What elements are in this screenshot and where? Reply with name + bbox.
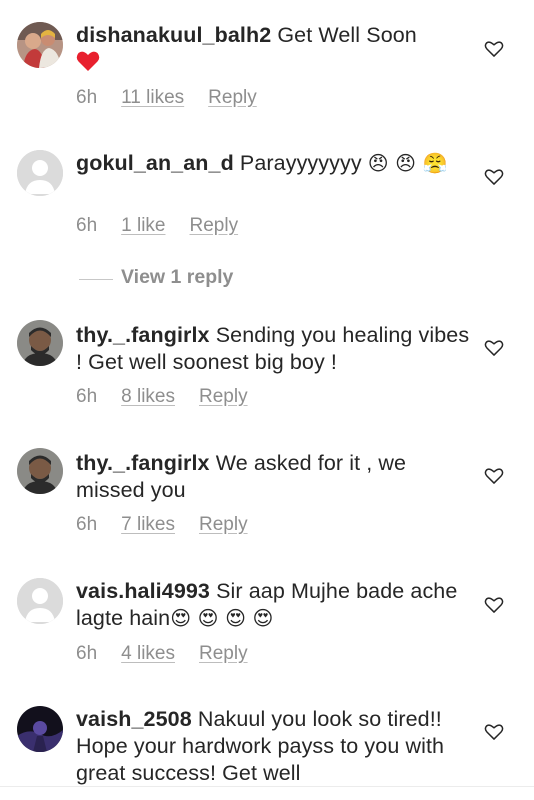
like-heart-icon[interactable] [484,39,504,59]
comment-meta: 6h 8 likes Reply [76,386,248,408]
comment-username[interactable]: gokul_an_an_d [76,151,234,175]
view-replies-button[interactable]: View 1 reply [76,266,376,292]
comment-text: vais.hali4993 Sir aap Mujhe bade ache la… [76,578,476,632]
comment-text: thy._.fangirlx Sending you healing vibes… [76,322,476,376]
comment-text: gokul_an_an_d Parayyyyyyy 😠 😠 😤 [76,150,476,177]
comment-message: Parayyyyyyy [233,151,368,175]
reply-button[interactable]: Reply [208,87,257,109]
comment-username[interactable]: thy._.fangirlx [76,451,210,475]
like-heart-icon[interactable] [484,167,504,187]
heart-emoji [76,50,100,74]
avatar[interactable] [17,578,63,624]
like-heart-icon[interactable] [484,338,504,358]
comment-time: 6h [76,386,98,407]
comment-text: thy._.fangirlx We asked for it , we miss… [76,450,476,504]
likes-link[interactable]: 7 likes [121,514,175,536]
comment-username[interactable]: vais.hali4993 [76,579,210,603]
comment-username[interactable]: vaish_2508 [76,707,192,731]
like-heart-icon[interactable] [484,722,504,742]
angry-emoji: 😠 😠 😤 [367,151,448,175]
view-replies-divider [79,279,113,280]
comment-time: 6h [76,643,98,664]
likes-link[interactable]: 8 likes [121,386,175,408]
like-heart-icon[interactable] [484,595,504,615]
avatar[interactable] [17,22,63,68]
reply-button[interactable]: Reply [199,514,248,536]
divider [0,786,534,787]
avatar[interactable] [17,706,63,752]
comment-meta: 6h 4 likes Reply [76,643,248,665]
comment-meta: 6h 1 like Reply [76,215,238,237]
comment-username[interactable]: thy._.fangirlx [76,323,210,347]
comment-time: 6h [76,215,98,236]
likes-link[interactable]: 4 likes [121,643,175,665]
reply-button[interactable]: Reply [199,386,248,408]
comment-message: Get Well Soon [271,23,417,47]
avatar[interactable] [17,150,63,196]
heart-eyes-emoji: 😍 😍 😍 😍 [170,606,274,630]
like-heart-icon[interactable] [484,466,504,486]
avatar[interactable] [17,448,63,494]
avatar[interactable] [17,320,63,366]
reply-button[interactable]: Reply [199,643,248,665]
comment-time: 6h [76,87,98,108]
comment-meta: 6h 11 likes Reply [76,87,257,109]
likes-link[interactable]: 1 like [121,215,165,237]
comment-text: vaish_2508 Nakuul you look so tired!! Ho… [76,706,476,787]
comment-time: 6h [76,514,98,535]
comment-meta: 6h 7 likes Reply [76,514,248,536]
reply-button[interactable]: Reply [190,215,239,237]
comment-text: dishanakuul_balh2 Get Well Soon [76,22,476,76]
likes-link[interactable]: 11 likes [121,87,184,109]
comment-username[interactable]: dishanakuul_balh2 [76,23,271,47]
view-replies-label: View 1 reply [121,266,234,288]
